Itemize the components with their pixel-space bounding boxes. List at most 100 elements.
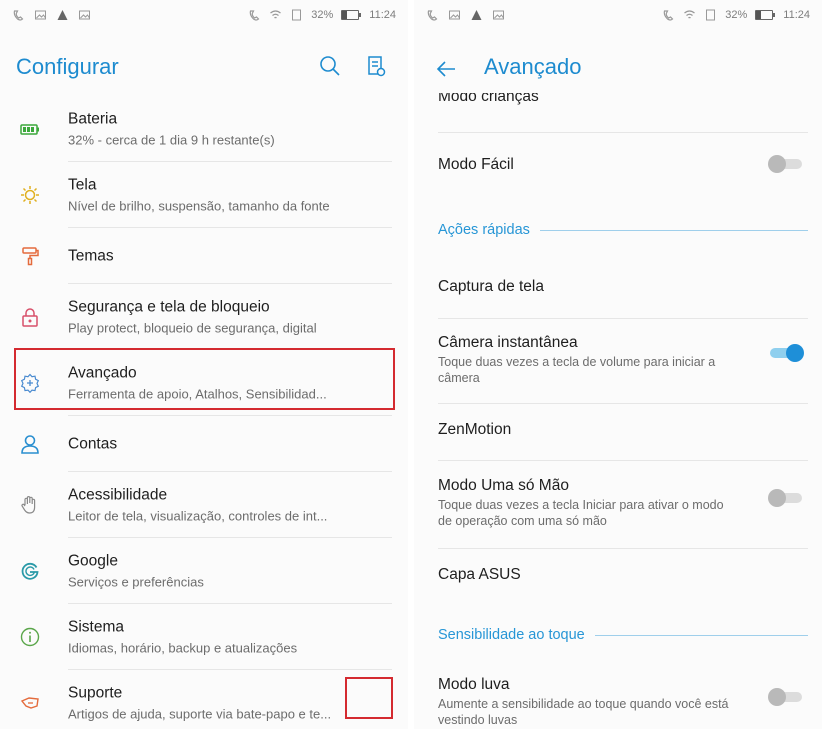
modo-luva-item[interactable]: Modo luva Aumente a sensibilidade ao toq… <box>438 675 808 728</box>
item-title: Google <box>68 552 118 569</box>
item-subtitle: Toque duas vezes a tecla Iniciar para at… <box>438 498 724 528</box>
item-title: Capa ASUS <box>438 566 521 583</box>
item-title: Segurança e tela de bloqueio <box>68 298 270 315</box>
settings-item-bateria[interactable]: Bateria 32% - cerca de 1 dia 9 h restante… <box>20 96 392 162</box>
item-title: Contas <box>68 435 118 452</box>
modo-criancas-item[interactable]: Modo crianças <box>438 93 808 109</box>
call-signal-icon <box>663 10 674 21</box>
modo-facil-item[interactable]: Modo Fácil <box>438 155 808 174</box>
google-icon <box>21 562 39 580</box>
item-title: Suporte <box>68 684 123 701</box>
item-subtitle: Nível de brilho, suspensão, tamanho da f… <box>68 198 330 213</box>
back-arrow-icon[interactable] <box>434 57 458 81</box>
item-title: Modo luva <box>438 676 510 693</box>
support-icon <box>20 696 39 709</box>
image-icon <box>449 10 460 20</box>
image-icon <box>493 10 504 20</box>
page-title: Avançado <box>484 54 582 79</box>
call-signal-icon <box>249 10 260 21</box>
wifi-icon <box>270 10 282 19</box>
clock: 11:24 <box>783 9 810 21</box>
item-subtitle: Artigos de ajuda, suporte via bate-papo … <box>68 706 332 721</box>
item-subtitle: 32% - cerca de 1 dia 9 h restante(s) <box>68 132 275 147</box>
section-header: Ações rápidas <box>438 220 808 240</box>
person-icon <box>21 434 39 454</box>
item-subtitle: Play protect, bloqueio de segurança, dig… <box>68 320 317 335</box>
modo-uma-so-mao-item[interactable]: Modo Uma só Mão Toque duas vezes a tecla… <box>438 476 808 529</box>
settings-item-contas[interactable]: Contas <box>21 416 392 472</box>
image-icon <box>35 10 46 20</box>
modo-luva-highlight-box <box>345 677 393 719</box>
section-title: Ações rápidas <box>438 222 530 238</box>
item-title: Câmera instantânea <box>438 334 578 351</box>
settings-item-seguranca[interactable]: Segurança e tela de bloqueio Play protect… <box>22 284 392 350</box>
warning-icon <box>471 10 482 20</box>
info-icon <box>20 627 40 646</box>
battery-level <box>756 11 762 19</box>
battery-saver-icon <box>292 9 302 21</box>
camera-instantanea-item[interactable]: Câmera instantânea Toque duas vezes a te… <box>438 333 808 386</box>
capa-asus-item[interactable]: Capa ASUS <box>438 565 808 584</box>
app-bar: Configurar <box>0 44 408 90</box>
item-title: Bateria <box>68 110 118 127</box>
battery-saver-icon <box>706 9 716 21</box>
hand-icon <box>21 495 36 514</box>
divider <box>438 460 808 461</box>
item-title: Sistema <box>68 618 124 635</box>
settings-item-tela[interactable]: Tela Nível de brilho, suspensão, tamanho … <box>21 162 392 228</box>
modo-uma-so-mao-toggle[interactable] <box>768 489 804 507</box>
divider <box>438 548 808 549</box>
divider <box>438 318 808 319</box>
item-subtitle: Serviços e preferências <box>68 574 204 589</box>
settings-item-suporte[interactable]: Suporte Artigos de ajuda, suporte via bat… <box>20 670 392 729</box>
divider <box>438 132 808 133</box>
item-title: ZenMotion <box>438 421 512 438</box>
settings-shortcut-icon[interactable] <box>364 54 388 78</box>
brightness-icon <box>21 185 39 204</box>
battery-status-icon <box>341 10 362 20</box>
battery-percentage: 32% <box>725 9 748 21</box>
modo-luva-toggle[interactable] <box>768 688 804 706</box>
search-icon[interactable] <box>318 54 342 78</box>
page-title: Configurar <box>16 54 119 79</box>
section-header: Sensibilidade ao toque <box>438 625 808 645</box>
item-subtitle: Leitor de tela, visualização, controles … <box>68 508 328 523</box>
divider <box>438 403 808 404</box>
settings-item-google[interactable]: Google Serviços e preferências <box>21 538 392 604</box>
item-subtitle: Aumente a sensibilidade ao toque quando … <box>438 697 729 727</box>
item-title: Modo Fácil <box>438 156 514 173</box>
item-title: Acessibilidade <box>68 486 168 503</box>
status-bar: 32% 11:24 <box>414 0 822 34</box>
status-bar: 32% 11:24 <box>0 0 408 34</box>
item-title: Captura de tela <box>438 278 544 295</box>
image-icon <box>79 10 90 20</box>
item-title: Modo crianças <box>438 93 539 105</box>
item-title: Modo Uma só Mão <box>438 477 569 494</box>
avancado-highlight-box <box>14 348 395 410</box>
app-bar: Avançado <box>414 44 822 90</box>
camera-instantanea-toggle[interactable] <box>768 344 804 362</box>
wifi-icon <box>684 10 696 19</box>
captura-de-tela-item[interactable]: Captura de tela <box>438 277 808 296</box>
settings-item-acessibilidade[interactable]: Acessibilidade Leitor de tela, visualizaç… <box>21 472 392 538</box>
item-subtitle: Idiomas, horário, backup e atualizações <box>68 640 298 655</box>
clock: 11:24 <box>369 9 396 21</box>
settings-item-temas[interactable]: Temas <box>22 228 392 284</box>
battery-status-icon <box>755 10 776 20</box>
item-title: Temas <box>68 247 114 264</box>
settings-list: Bateria 32% - cerca de 1 dia 9 h restante… <box>0 96 408 729</box>
advanced-screen: 32% 11:24 Avançado Modo crianças Modo Fá… <box>414 0 822 729</box>
item-subtitle: Toque duas vezes a tecla de volume para … <box>438 355 716 385</box>
battery-level <box>342 11 348 19</box>
item-title: Tela <box>68 176 97 193</box>
warning-icon <box>57 10 68 20</box>
settings-item-sistema[interactable]: Sistema Idiomas, horário, backup e atuali… <box>20 604 392 670</box>
zenmotion-item[interactable]: ZenMotion <box>438 420 808 439</box>
section-title: Sensibilidade ao toque <box>438 627 585 643</box>
battery-icon <box>20 123 39 135</box>
lock-icon <box>22 307 38 327</box>
modo-facil-toggle[interactable] <box>768 155 804 173</box>
call-icon <box>427 10 438 21</box>
call-icon <box>13 10 24 21</box>
battery-percentage: 32% <box>311 9 334 21</box>
